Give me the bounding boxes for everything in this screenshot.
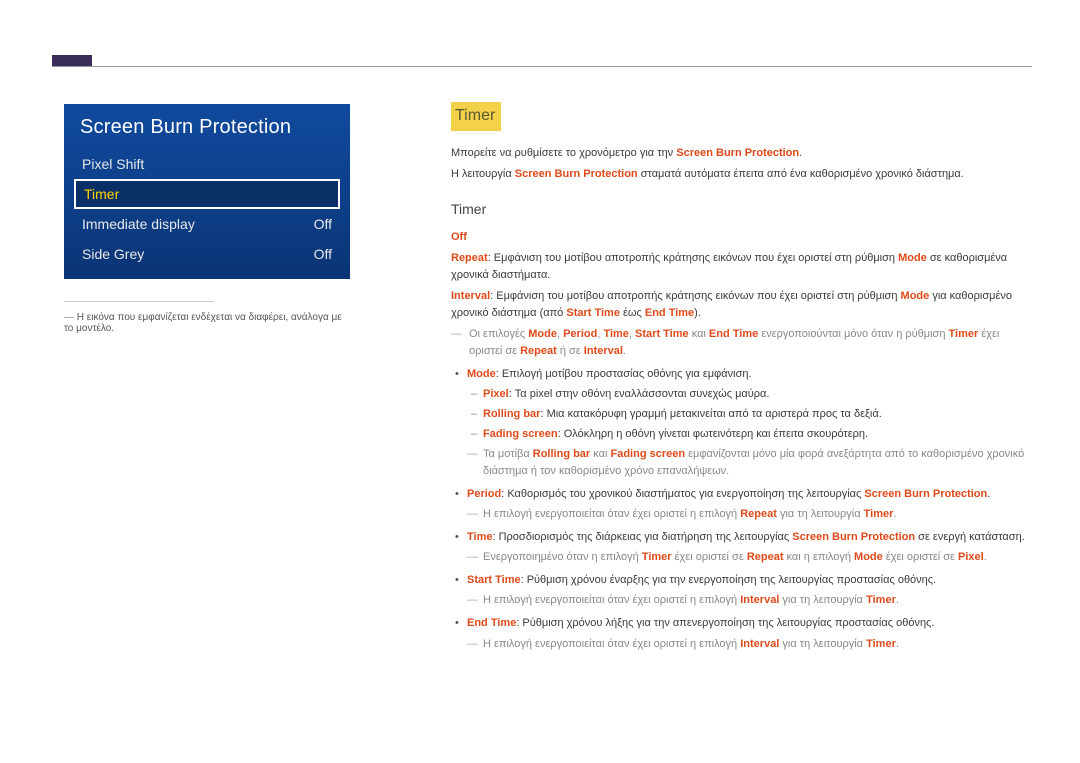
kw-time: Time xyxy=(467,531,492,543)
option-repeat: Repeat: Εμφάνιση του μοτίβου αποτροπής κ… xyxy=(451,250,1035,284)
section-heading-timer: Timer xyxy=(451,102,501,131)
kw-repeat: Repeat xyxy=(451,252,488,264)
bullet-end-time: End Time: Ρύθμιση χρόνου λήξης για την α… xyxy=(451,615,1035,632)
note-end-enable: Η επιλογή ενεργοποιείται όταν έχει οριστ… xyxy=(451,636,1035,653)
kw-period: Period xyxy=(467,488,501,500)
osd-menu-item-side-grey[interactable]: Side Grey Off xyxy=(64,239,350,269)
kw-end-time: End Time xyxy=(467,617,516,629)
osd-menu-label: Side Grey xyxy=(82,246,144,262)
option-off: Off xyxy=(451,229,1035,246)
kw-interval: Interval xyxy=(451,290,490,302)
kw-mode: Mode xyxy=(901,290,930,302)
note-start-enable: Η επιλογή ενεργοποιείται όταν έχει οριστ… xyxy=(451,592,1035,609)
header-rule xyxy=(52,66,1032,67)
left-column: Screen Burn Protection Pixel Shift Timer… xyxy=(64,104,350,334)
subsection-heading-timer: Timer xyxy=(451,199,1035,221)
content-column: Timer Μπορείτε να ρυθμίσετε το χρονόμετρ… xyxy=(451,102,1035,653)
osd-menu-item-pixel-shift[interactable]: Pixel Shift xyxy=(64,149,350,179)
intro-line-2: Η λειτουργία Screen Burn Protection σταμ… xyxy=(451,166,1035,183)
osd-menu-label: Timer xyxy=(84,186,119,202)
kw-mode: Mode xyxy=(467,368,496,380)
kw-mode: Mode xyxy=(898,252,927,264)
osd-menu-value: Off xyxy=(314,246,332,262)
osd-menu-value: Off xyxy=(314,216,332,232)
bullet-period: Period: Καθορισμός του χρονικού διαστήμα… xyxy=(451,486,1035,503)
note-options-enable: Οι επιλογές Mode, Period, Time, Start Ti… xyxy=(451,326,1035,360)
note-patterns-once: Τα μοτίβα Rolling bar και Fading screen … xyxy=(451,446,1035,480)
kw-screen-burn-protection: Screen Burn Protection xyxy=(676,147,799,159)
osd-menu-panel: Screen Burn Protection Pixel Shift Timer… xyxy=(64,104,350,279)
note-period-enable: Η επιλογή ενεργοποιείται όταν έχει οριστ… xyxy=(451,506,1035,523)
kw-off: Off xyxy=(451,231,467,243)
note-time-enable: Ενεργοποιημένο όταν η επιλογή Timer έχει… xyxy=(451,549,1035,566)
kw-pixel: Pixel xyxy=(483,388,509,400)
bullet-time: Time: Προσδιορισμός της διάρκειας για δι… xyxy=(451,529,1035,546)
osd-menu-title: Screen Burn Protection xyxy=(64,104,350,149)
kw-start-time: Start Time xyxy=(566,307,620,319)
caption-divider xyxy=(64,301,214,302)
option-interval: Interval: Εμφάνιση του μοτίβου αποτροπής… xyxy=(451,288,1035,322)
image-disclaimer: Η εικόνα που εμφανίζεται ενδέχεται να δι… xyxy=(64,312,350,334)
osd-menu-label: Immediate display xyxy=(82,216,195,232)
sub-rolling-bar: Rolling bar: Μια κατακόρυφη γραμμή μετακ… xyxy=(451,406,1035,423)
kw-end-time: End Time xyxy=(645,307,694,319)
sub-fading-screen: Fading screen: Ολόκληρη η οθόνη γίνεται … xyxy=(451,426,1035,443)
kw-start-time: Start Time xyxy=(467,574,521,586)
bullet-mode: Mode: Επιλογή μοτίβου προστασίας οθόνης … xyxy=(451,366,1035,383)
sub-pixel: Pixel: Τα pixel στην οθόνη εναλλάσσονται… xyxy=(451,386,1035,403)
header-accent xyxy=(52,55,92,66)
osd-menu-label: Pixel Shift xyxy=(82,156,144,172)
osd-menu-item-immediate-display[interactable]: Immediate display Off xyxy=(64,209,350,239)
intro-line-1: Μπορείτε να ρυθμίσετε το χρονόμετρο για … xyxy=(451,145,1035,162)
kw-rolling-bar: Rolling bar xyxy=(483,408,540,420)
kw-screen-burn-protection: Screen Burn Protection xyxy=(515,168,638,180)
kw-fading-screen: Fading screen xyxy=(483,428,558,440)
osd-menu-item-timer[interactable]: Timer xyxy=(74,179,340,209)
bullet-start-time: Start Time: Ρύθμιση χρόνου έναρξης για τ… xyxy=(451,572,1035,589)
